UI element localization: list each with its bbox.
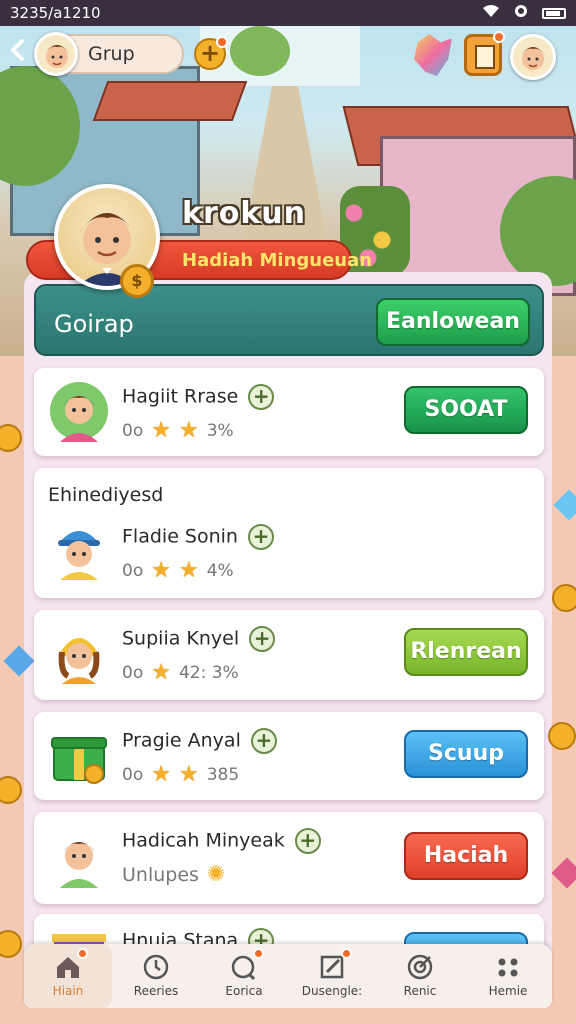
join-button[interactable]: Eanlowean bbox=[376, 298, 530, 346]
section-title: Ehinediyesd bbox=[48, 484, 164, 506]
gem-decoration bbox=[551, 857, 576, 889]
member-name: Hadicah Minyeak + bbox=[122, 828, 321, 854]
group-bar: Goirap Eanlowean bbox=[34, 284, 544, 356]
tab-home[interactable]: Hiain bbox=[24, 944, 112, 1008]
add-friend-icon[interactable]: + bbox=[249, 626, 276, 652]
reward-banner-text: Hadiah Mingueuan bbox=[182, 250, 373, 271]
tab-eorica[interactable]: Eorica bbox=[200, 944, 288, 1008]
member-avatar bbox=[48, 622, 110, 684]
profile-avatar-button[interactable] bbox=[510, 34, 556, 80]
group-bar-label: Goirap bbox=[54, 310, 134, 338]
roof-left bbox=[92, 81, 248, 121]
star-icon: ★ bbox=[151, 660, 171, 685]
notification-dot bbox=[216, 36, 228, 48]
coin-badge-icon: $ bbox=[120, 264, 154, 298]
coin-decoration bbox=[0, 776, 22, 804]
add-friend-icon[interactable]: + bbox=[250, 728, 277, 754]
list-item: Supiia Knyel + 0o ★ 42: 3% Rlenrean bbox=[34, 610, 544, 700]
wifi-icon bbox=[482, 4, 500, 22]
member-stats: 0o ★ ★ 385 bbox=[122, 762, 240, 787]
coin-decoration bbox=[548, 722, 576, 750]
notification-dot bbox=[493, 31, 505, 43]
status-icons bbox=[482, 4, 566, 22]
star-icon: ★ bbox=[178, 418, 199, 443]
status-bar: 3235/a1210 bbox=[0, 0, 576, 26]
member-stats: Unlupes ✺ bbox=[122, 862, 226, 887]
tab-reeries[interactable]: Reeries bbox=[112, 944, 200, 1008]
list-item: Pragie Anyal + 0o ★ ★ 385 Scuup bbox=[34, 712, 544, 800]
top-nav: Grup + bbox=[0, 26, 576, 84]
clock-icon bbox=[143, 954, 169, 980]
coin-decoration bbox=[552, 584, 576, 612]
member-action-button[interactable]: Rlenrean bbox=[404, 628, 528, 676]
coin-decoration bbox=[0, 930, 22, 958]
list-item: Hadicah Minyeak + Unlupes ✺ Haciah bbox=[34, 812, 544, 904]
star-icon: ★ bbox=[151, 418, 171, 443]
notification-dot bbox=[77, 948, 88, 959]
mascot-icon[interactable] bbox=[414, 34, 452, 76]
member-stats: 0o ★ 42: 3% bbox=[122, 660, 239, 685]
tab-renic[interactable]: Renic bbox=[376, 944, 464, 1008]
member-action-button[interactable]: Haciah bbox=[404, 832, 528, 880]
notification-dot bbox=[341, 948, 352, 959]
back-button[interactable] bbox=[6, 38, 28, 68]
star-icon: ★ bbox=[151, 558, 171, 583]
group-selector[interactable]: Grup bbox=[34, 32, 184, 76]
player-name: krokun bbox=[182, 196, 307, 231]
user-avatar bbox=[34, 32, 78, 76]
status-time: 3235/a1210 bbox=[10, 4, 101, 22]
tab-dusengle[interactable]: Dusengle: bbox=[288, 944, 376, 1008]
gem-decoration bbox=[553, 489, 576, 521]
member-action-button[interactable]: Scuup bbox=[404, 730, 528, 778]
add-friend-icon[interactable]: + bbox=[294, 828, 321, 854]
member-stats: 0o ★ ★ 4% bbox=[122, 558, 234, 583]
bottom-nav: Hiain Reeries Eorica Dusengle: Renic Hem… bbox=[24, 944, 552, 1008]
star-icon: ★ bbox=[178, 558, 199, 583]
tab-hemie[interactable]: Hemie bbox=[464, 944, 552, 1008]
star-icon: ★ bbox=[178, 762, 199, 787]
target-icon bbox=[407, 954, 433, 980]
member-name: Supiia Knyel + bbox=[122, 626, 276, 652]
card-icon[interactable] bbox=[464, 31, 505, 76]
section-card: Ehinediyesd Fladie Sonin + 0o ★ ★ 4% bbox=[34, 468, 544, 598]
chevron-left-icon bbox=[10, 39, 24, 61]
dots-icon bbox=[498, 958, 518, 977]
member-avatar bbox=[48, 380, 110, 442]
member-name: Pragie Anyal + bbox=[122, 728, 277, 754]
notification-dot bbox=[253, 948, 264, 959]
group-label: Grup bbox=[88, 43, 135, 65]
sun-coin-icon: ✺ bbox=[206, 862, 226, 887]
add-friend-icon[interactable]: + bbox=[248, 384, 275, 410]
add-button[interactable]: + bbox=[194, 36, 228, 70]
member-stats: 0o ★ ★ 3% bbox=[122, 418, 234, 443]
add-friend-icon[interactable]: + bbox=[247, 524, 274, 550]
coin-decoration bbox=[0, 424, 22, 452]
member-avatar bbox=[48, 518, 110, 580]
sync-icon bbox=[514, 4, 528, 22]
member-action-button[interactable]: SOOAT bbox=[404, 386, 528, 434]
gift-box-icon bbox=[48, 724, 110, 786]
member-name: Hagiit Rrase + bbox=[122, 384, 275, 410]
battery-icon bbox=[542, 7, 566, 19]
member-name: Fladie Sonin + bbox=[122, 524, 274, 550]
star-icon: ★ bbox=[151, 762, 171, 787]
member-avatar bbox=[48, 826, 110, 888]
list-item: Hagiit Rrase + 0o ★ ★ 3% SOOAT bbox=[34, 368, 544, 456]
